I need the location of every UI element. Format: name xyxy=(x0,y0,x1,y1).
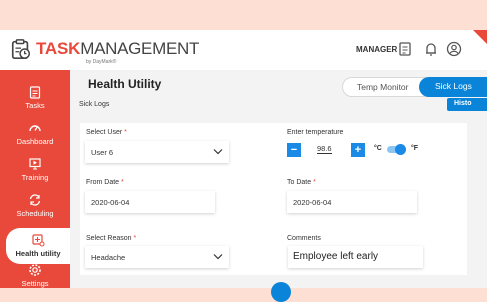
to-date-field[interactable]: 2020-06-04 xyxy=(287,191,417,213)
sidebar-item-label: Tasks xyxy=(25,101,45,110)
from-date-field[interactable]: 2020-06-04 xyxy=(85,191,215,213)
clipboard-icon xyxy=(29,86,41,99)
health-icon xyxy=(32,234,45,247)
select-reason-dropdown[interactable]: Headache xyxy=(85,246,229,268)
history-button[interactable]: Histo xyxy=(447,98,487,111)
clipboard-icon[interactable] xyxy=(397,41,413,57)
toggle-knob xyxy=(395,144,406,155)
section-subtitle: Sick Logs xyxy=(79,101,110,108)
sidebar-item-health-utility[interactable]: Health utility xyxy=(6,228,70,264)
required-mark: * xyxy=(313,179,316,186)
sidebar-item-dashboard[interactable]: Dashboard xyxy=(0,121,70,157)
to-date-label: To Date * xyxy=(287,179,316,186)
bell-icon[interactable] xyxy=(423,41,439,57)
select-user-dropdown[interactable]: User 6 xyxy=(85,141,229,163)
temperature-stepper: − 98.6 + °C °F xyxy=(287,143,418,163)
logo-subtext: by DayMark® xyxy=(86,59,117,65)
from-date-value: 2020-06-04 xyxy=(91,198,130,207)
unit-toggle[interactable] xyxy=(387,144,406,155)
sidebar-item-scheduling[interactable]: Scheduling xyxy=(0,193,70,229)
required-mark: * xyxy=(124,129,127,136)
logo-clipboard-icon xyxy=(11,39,30,59)
cycle-icon xyxy=(29,194,41,206)
floating-action-button[interactable] xyxy=(271,282,291,302)
decrement-button[interactable]: − xyxy=(287,143,301,157)
label-text: Select Reason xyxy=(86,235,132,242)
gear-icon xyxy=(29,264,41,276)
sidebar: Tasks Dashboard Training Scheduling Heal… xyxy=(0,70,70,288)
sidebar-item-label: Health utility xyxy=(15,249,61,258)
to-date-value: 2020-06-04 xyxy=(293,198,332,207)
gauge-icon xyxy=(29,125,41,132)
sidebar-item-label: Training xyxy=(21,173,49,182)
chevron-down-icon xyxy=(213,149,223,155)
tab-sick-logs[interactable]: Sick Logs xyxy=(419,77,487,97)
comments-label: Comments xyxy=(287,235,321,242)
sidebar-item-label: Settings xyxy=(21,279,49,288)
sidebar-item-tasks[interactable]: Tasks xyxy=(0,85,70,121)
required-mark: * xyxy=(133,235,137,242)
logo-text: MANAGEMENT xyxy=(80,39,200,58)
select-reason-value: Headache xyxy=(91,253,126,262)
select-user-label: Select User * xyxy=(86,129,127,136)
page-title: Health Utility xyxy=(88,77,162,91)
user-icon[interactable] xyxy=(446,41,462,57)
sidebar-item-label: Scheduling xyxy=(16,209,54,218)
from-date-label: From Date * xyxy=(86,179,124,186)
label-text: To Date xyxy=(287,179,312,186)
sidebar-item-settings[interactable]: Settings xyxy=(0,263,70,288)
label-text: Select User xyxy=(86,129,123,136)
tab-temp-monitor[interactable]: Temp Monitor xyxy=(357,82,409,92)
select-reason-label: Select Reason * xyxy=(86,235,136,242)
app-logo: TASK MANAGEMENT xyxy=(10,38,199,60)
select-user-value: User 6 xyxy=(91,148,114,157)
role-label: MANAGER xyxy=(356,45,398,54)
top-bar: TASK MANAGEMENT by DayMark® MANAGER xyxy=(0,30,487,70)
sidebar-item-label: Dashboard xyxy=(16,137,54,146)
corner-accent xyxy=(473,30,487,44)
logo-text-bold: TASK xyxy=(36,39,81,58)
enter-temperature-label: Enter temperature xyxy=(287,129,344,136)
comments-input[interactable]: Employee left early xyxy=(288,246,423,268)
tab-switcher: Temp Monitor Sick Logs xyxy=(342,77,487,97)
unit-fahrenheit: °F xyxy=(411,145,419,152)
monitor-icon xyxy=(29,158,41,170)
chevron-down-icon xyxy=(213,254,223,260)
required-mark: * xyxy=(121,179,124,186)
sick-log-form: Select User * User 6 Enter temperature −… xyxy=(80,123,467,275)
temperature-value[interactable]: 98.6 xyxy=(317,144,332,154)
sidebar-item-training[interactable]: Training xyxy=(0,157,70,193)
label-text: From Date xyxy=(86,179,120,186)
increment-button[interactable]: + xyxy=(351,143,365,157)
unit-celsius: °C xyxy=(374,145,382,152)
